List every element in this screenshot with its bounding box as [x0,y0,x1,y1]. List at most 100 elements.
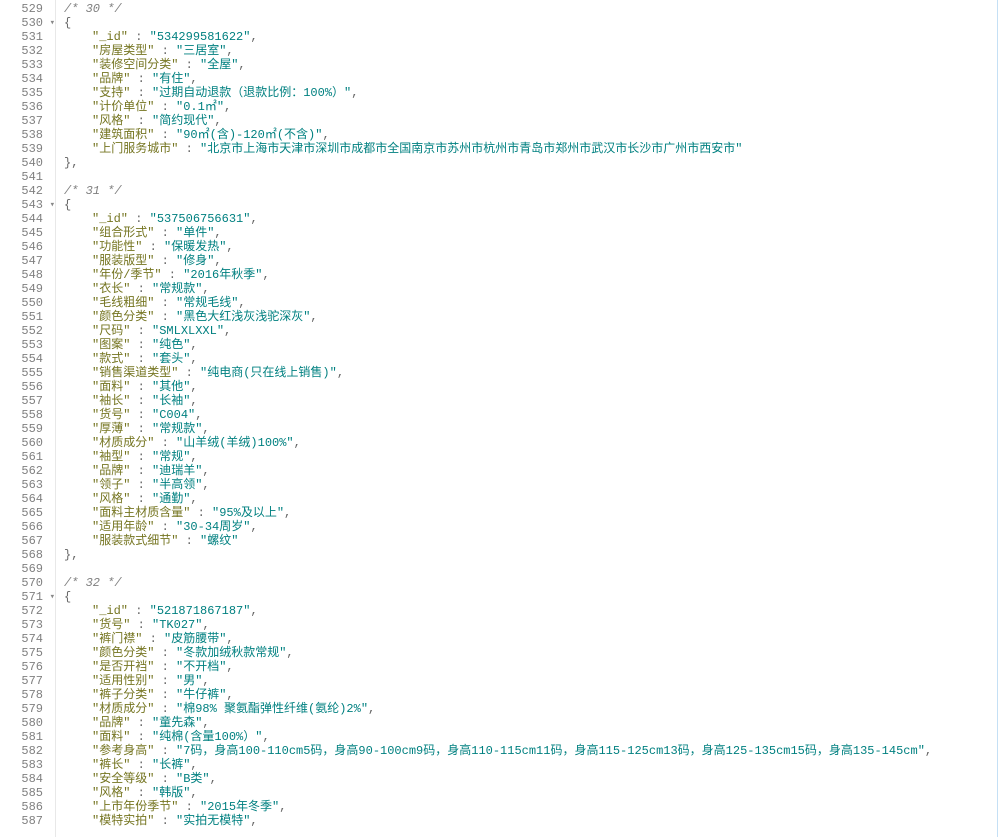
colon-token: : [130,380,152,394]
line-number: 583 [0,758,55,772]
colon-token: : [154,814,176,828]
line-number: 546 [0,240,55,254]
colon-token: : [130,394,152,408]
code-line: "装修空间分类" : "全屋", [64,58,997,72]
json-string-value: "2015年冬季" [200,800,279,814]
line-number: 581 [0,730,55,744]
code-line: "模特实拍" : "实拍无模特", [64,814,997,828]
comma-token: , [214,226,221,240]
comma-token: , [226,632,233,646]
line-number: 587 [0,814,55,828]
code-line: "面料主材质含量" : "95%及以上", [64,506,997,520]
line-number: 548 [0,268,55,282]
comma-token: , [202,478,209,492]
code-line: /* 30 */ [64,2,997,16]
json-string-value: "常规毛线" [176,296,238,310]
fold-arrow-icon[interactable]: ▾ [45,198,55,212]
line-number: 577 [0,674,55,688]
line-number: 529 [0,2,55,16]
comma-token: , [294,436,301,450]
colon-token: : [130,282,152,296]
line-number: 535 [0,86,55,100]
json-key: "尺码" [92,324,130,338]
colon-token: : [154,254,176,268]
code-line: "上门服务城市" : "北京市上海市天津市深圳市成都市全国南京市苏州市杭州市青岛… [64,142,997,156]
line-number: 541 [0,170,55,184]
json-string-value: "有住" [152,72,190,86]
comma-token: , [190,338,197,352]
json-key: "适用年龄" [92,520,154,534]
json-key: "支持" [92,86,130,100]
comma-token: , [310,310,317,324]
line-number: 539 [0,142,55,156]
code-line: "面料" : "纯棉(含量100%）", [64,730,997,744]
code-line: "领子" : "半高领", [64,478,997,492]
colon-token: : [190,506,212,520]
json-string-value: "修身" [176,254,214,268]
line-number: 575 [0,646,55,660]
code-line: "适用年龄" : "30-34周岁", [64,520,997,534]
comma-token: , [262,730,269,744]
line-number: 570 [0,576,55,590]
line-number: 567 [0,534,55,548]
json-string-value: "全屋" [200,58,238,72]
comma-token: , [351,86,358,100]
fold-arrow-icon[interactable]: ▾ [45,16,55,30]
json-string-value: "通勤" [152,492,190,506]
code-line: "_id" : "521871867187", [64,604,997,618]
line-number: 560 [0,436,55,450]
json-key: "风格" [92,786,130,800]
comma-token: , [250,604,257,618]
json-key: "建筑面积" [92,128,154,142]
code-line: "适用性别" : "男", [64,674,997,688]
json-key: "品牌" [92,72,130,86]
comma-token: , [190,380,197,394]
colon-token: : [130,324,152,338]
json-string-value: "黑色大红浅灰浅驼深灰" [176,310,310,324]
comma-token: , [224,324,231,338]
comma-token: , [337,366,344,380]
code-line: "_id" : "537506756631", [64,212,997,226]
json-key: "面料" [92,380,130,394]
json-string-value: "TK027" [152,618,202,632]
colon-token: : [130,478,152,492]
json-key: "功能性" [92,240,142,254]
colon-token: : [142,240,164,254]
colon-token: : [154,674,176,688]
json-string-value: "过期自动退款（退款比例：100%）" [152,86,351,100]
line-number: 569 [0,562,55,576]
json-key: "面料" [92,730,130,744]
code-line: "风格" : "简约现代", [64,114,997,128]
code-line: "面料" : "其他", [64,380,997,394]
code-content-area[interactable]: /* 30 */{"_id" : "534299581622","房屋类型" :… [56,0,997,837]
json-string-value: "SMLXLXXL" [152,324,224,338]
code-line: "图案" : "纯色", [64,338,997,352]
json-key: "风格" [92,492,130,506]
line-number: 543▾ [0,198,55,212]
comma-token: , [250,520,257,534]
code-line: "功能性" : "保暖发热", [64,240,997,254]
json-string-value: "三居室" [176,44,226,58]
comma-token: , [224,100,231,114]
json-key: "裤子分类" [92,688,154,702]
fold-arrow-icon[interactable]: ▾ [45,590,55,604]
json-string-value: "皮筋腰带" [164,632,226,646]
json-string-value: "2016年秋季" [183,268,262,282]
line-number: 579 [0,702,55,716]
json-key: "_id" [92,604,128,618]
line-number: 555 [0,366,55,380]
comma-token: , [202,618,209,632]
json-string-value: "537506756631" [150,212,251,226]
json-string-value: "单件" [176,226,214,240]
json-key: "服装款式细节" [92,534,178,548]
comma-token: , [226,240,233,254]
colon-token: : [130,450,152,464]
json-string-value: "0.1㎡" [176,100,224,114]
json-string-value: "常规款" [152,422,202,436]
colon-token: : [128,212,150,226]
json-string-value: "B类" [176,772,210,786]
code-line: "安全等级" : "B类", [64,772,997,786]
comma-token: , [210,772,217,786]
code-line [64,562,997,576]
json-key: "袖长" [92,394,130,408]
